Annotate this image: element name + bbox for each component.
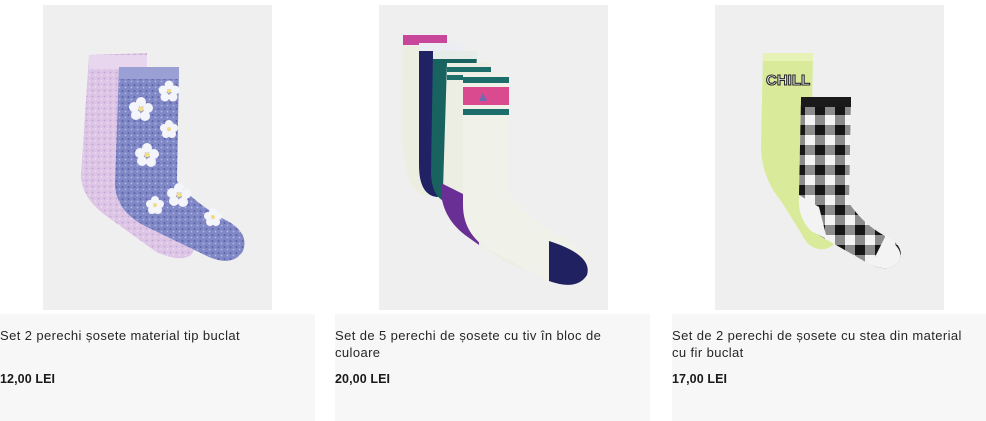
product-image[interactable] [43, 5, 272, 310]
product-card[interactable]: Set 2 perechi șosete material tip buclat… [0, 0, 315, 421]
socks-color-block-image [400, 35, 589, 285]
product-price: 20,00 LEI [335, 372, 391, 386]
sock-text: CHILL [766, 72, 810, 89]
product-card[interactable]: CHILL Set de 2 perechi de șosete cu stea… [672, 0, 986, 421]
product-price: 12,00 LEI [0, 372, 56, 386]
product-image[interactable] [379, 5, 608, 310]
product-price: 17,00 LEI [672, 372, 728, 386]
product-title[interactable]: Set 2 perechi șosete material tip buclat [0, 327, 290, 344]
product-image[interactable]: CHILL [715, 5, 944, 310]
socks-pastel-floral-image [81, 53, 245, 261]
product-info: Set 2 perechi șosete material tip buclat… [0, 314, 315, 421]
product-info: Set de 5 perechi de șosete cu tiv în blo… [335, 314, 650, 421]
product-card[interactable]: Set de 5 perechi de șosete cu tiv în blo… [335, 0, 650, 421]
product-grid: Set 2 perechi șosete material tip buclat… [0, 0, 986, 421]
socks-chill-gingham-image: CHILL [761, 53, 901, 269]
product-title[interactable]: Set de 5 perechi de șosete cu tiv în blo… [335, 327, 625, 361]
product-title[interactable]: Set de 2 perechi de șosete cu stea din m… [672, 327, 962, 361]
product-info: Set de 2 perechi de șosete cu stea din m… [672, 314, 986, 421]
